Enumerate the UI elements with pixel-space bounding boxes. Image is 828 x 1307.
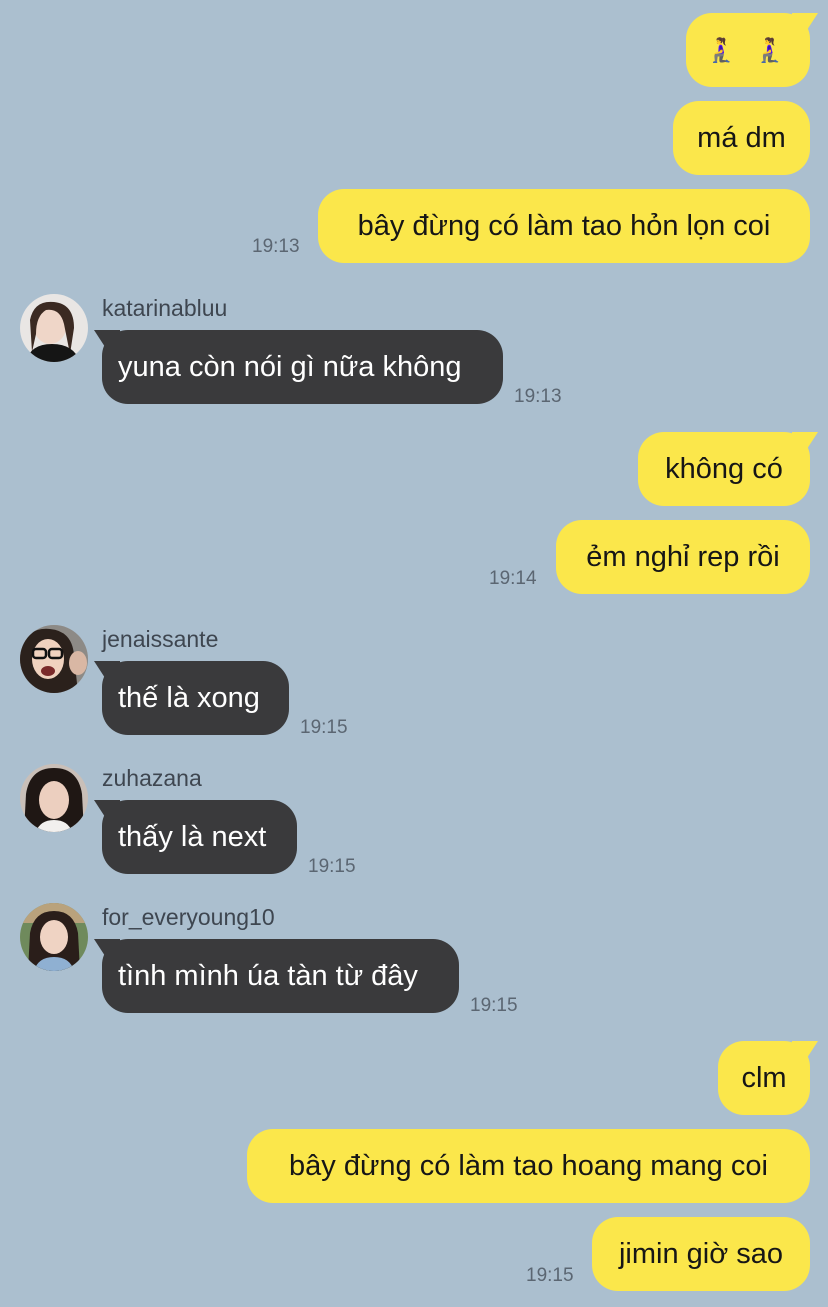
sender-name: katarinabluu [102, 295, 228, 321]
message-timestamp: 19:15 [300, 717, 348, 738]
chat-transcript[interactable]: 🧎‍♀️ 🧎‍♀️ má dm bây đừng có làm tao hỏn … [0, 0, 828, 1307]
outgoing-message-bubble[interactable]: không có [638, 432, 810, 506]
outgoing-message-bubble[interactable]: clm [718, 1041, 810, 1115]
message-timestamp: 19:13 [514, 386, 562, 407]
sender-name: jenaissante [102, 626, 219, 652]
message-timestamp: 19:14 [489, 568, 537, 589]
outgoing-message-bubble[interactable]: bây đừng có làm tao hỏn lọn coi [318, 189, 810, 263]
profile-photo-icon [20, 764, 88, 832]
outgoing-message-bubble[interactable]: jimin giờ sao [592, 1217, 810, 1291]
message-timestamp: 19:15 [526, 1265, 574, 1286]
message-timestamp: 19:15 [308, 856, 356, 877]
avatar-zuhazana[interactable] [20, 764, 88, 832]
profile-photo-icon [20, 625, 88, 693]
avatar-for-everyoung10[interactable] [20, 903, 88, 971]
message-timestamp: 19:15 [470, 995, 518, 1016]
sender-name: zuhazana [102, 765, 202, 791]
avatar-katarinabluu[interactable] [20, 294, 88, 362]
sender-name: for_everyoung10 [102, 904, 275, 930]
outgoing-message-bubble[interactable]: 🧎‍♀️ 🧎‍♀️ [686, 13, 810, 87]
incoming-message-bubble[interactable]: thế là xong [102, 661, 289, 735]
outgoing-message-bubble[interactable]: bây đừng có làm tao hoang mang coi [247, 1129, 810, 1203]
avatar-jenaissante[interactable] [20, 625, 88, 693]
message-timestamp: 19:13 [252, 236, 300, 257]
profile-photo-icon [20, 294, 88, 362]
incoming-message-bubble[interactable]: thấy là next [102, 800, 297, 874]
outgoing-message-bubble[interactable]: ẻm nghỉ rep rồi [556, 520, 810, 594]
profile-photo-icon [20, 903, 88, 971]
incoming-message-bubble[interactable]: tình mình úa tàn từ đây [102, 939, 459, 1013]
incoming-message-bubble[interactable]: yuna còn nói gì nữa không [102, 330, 503, 404]
outgoing-message-bubble[interactable]: má dm [673, 101, 810, 175]
